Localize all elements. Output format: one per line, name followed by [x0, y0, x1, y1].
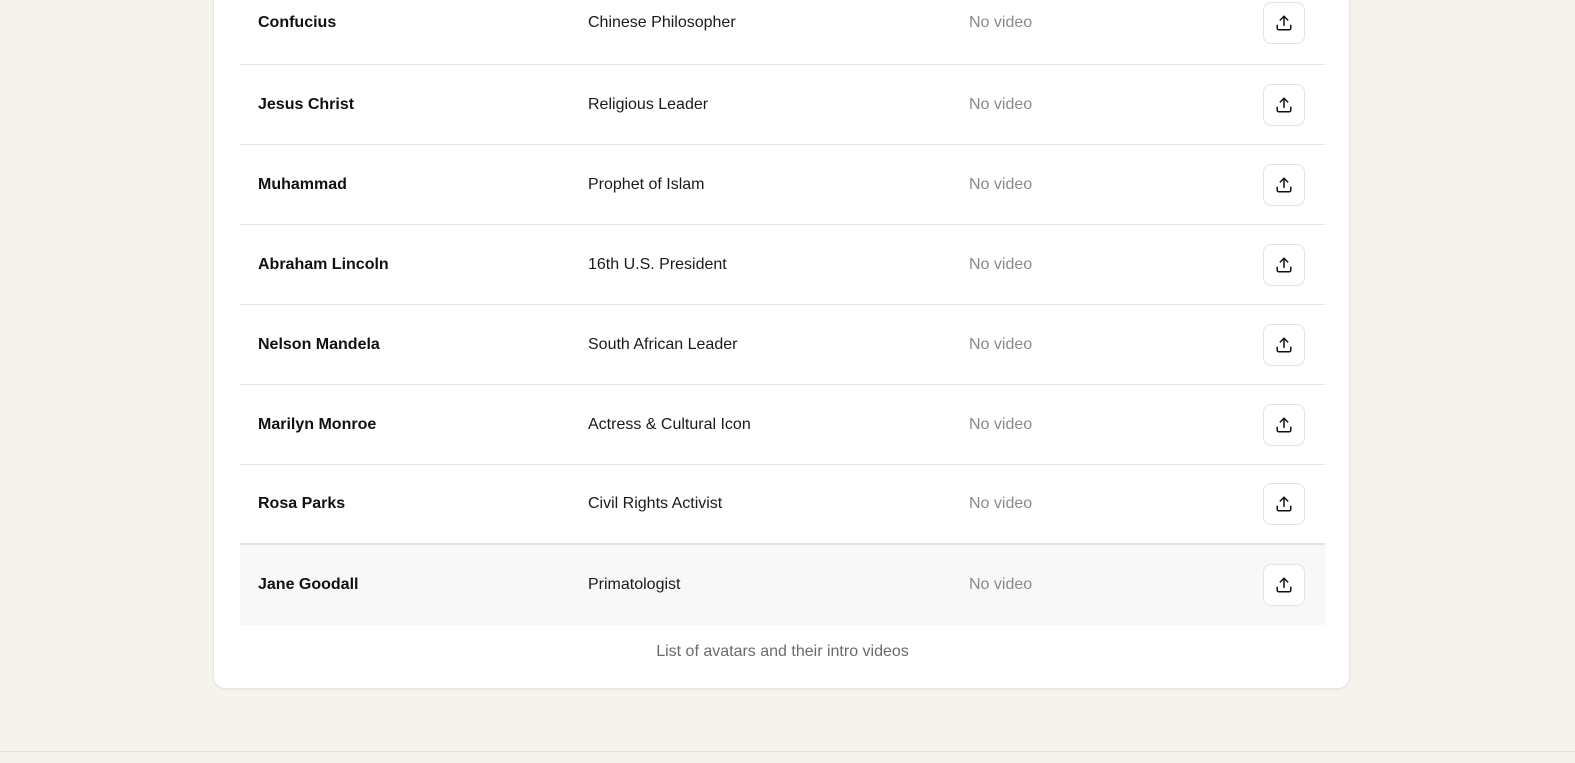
avatar-name: Nelson Mandela [258, 335, 380, 353]
upload-icon [1276, 337, 1292, 352]
video-status: No video [969, 495, 1033, 512]
upload-icon [1276, 177, 1292, 192]
upload-icon [1276, 97, 1292, 112]
avatar-name: Confucius [258, 13, 337, 31]
avatar-name: Jesus Christ [258, 95, 355, 113]
table-row: Nelson Mandela South African Leader No v… [240, 305, 1325, 385]
table-row: Jesus Christ Religious Leader No video [240, 65, 1325, 145]
upload-video-button[interactable] [1263, 163, 1305, 206]
footer-divider [0, 751, 1575, 752]
avatars-table: Confucius Chinese Philosopher No video J… [240, 0, 1325, 625]
upload-video-button[interactable] [1263, 403, 1305, 446]
avatar-name: Rosa Parks [258, 495, 346, 512]
table-row: Jane Goodall Primatologist No video [240, 545, 1325, 625]
upload-video-button[interactable] [1263, 564, 1305, 606]
video-status: No video [969, 95, 1033, 113]
table-row: Abraham Lincoln 16th U.S. President No v… [240, 225, 1325, 305]
video-status: No video [969, 335, 1033, 353]
video-status: No video [969, 255, 1033, 273]
video-status: No video [969, 175, 1033, 193]
table-row: Marilyn Monroe Actress & Cultural Icon N… [240, 385, 1325, 465]
avatar-name: Abraham Lincoln [258, 255, 389, 273]
upload-icon [1276, 577, 1292, 593]
avatar-role: Actress & Cultural Icon [588, 415, 751, 433]
avatar-role: Civil Rights Activist [588, 495, 723, 512]
upload-icon [1276, 257, 1292, 272]
upload-video-button[interactable] [1263, 243, 1305, 286]
avatar-role: Prophet of Islam [588, 175, 705, 193]
upload-icon [1276, 15, 1292, 30]
table-row: Confucius Chinese Philosopher No video [240, 0, 1325, 65]
avatar-role: Primatologist [588, 576, 681, 593]
table-caption: List of avatars and their intro videos [656, 643, 909, 660]
upload-icon [1276, 496, 1292, 512]
avatar-name: Marilyn Monroe [258, 415, 377, 433]
avatar-role: South African Leader [588, 335, 738, 353]
table-row: Muhammad Prophet of Islam No video [240, 145, 1325, 225]
avatar-role: Chinese Philosopher [588, 13, 736, 31]
avatar-role: Religious Leader [588, 95, 709, 113]
avatar-name: Muhammad [258, 175, 347, 193]
upload-video-button[interactable] [1263, 483, 1305, 525]
upload-video-button[interactable] [1263, 1, 1305, 44]
video-status: No video [969, 415, 1033, 433]
avatars-card: Confucius Chinese Philosopher No video J… [213, 0, 1350, 689]
video-status: No video [969, 576, 1033, 593]
avatar-role: 16th U.S. President [588, 255, 727, 273]
avatar-name: Jane Goodall [258, 576, 359, 593]
upload-video-button[interactable] [1263, 83, 1305, 126]
upload-icon [1276, 417, 1292, 432]
upload-video-button[interactable] [1263, 323, 1305, 366]
table-row: Rosa Parks Civil Rights Activist No vide… [240, 465, 1325, 545]
video-status: No video [969, 13, 1033, 31]
